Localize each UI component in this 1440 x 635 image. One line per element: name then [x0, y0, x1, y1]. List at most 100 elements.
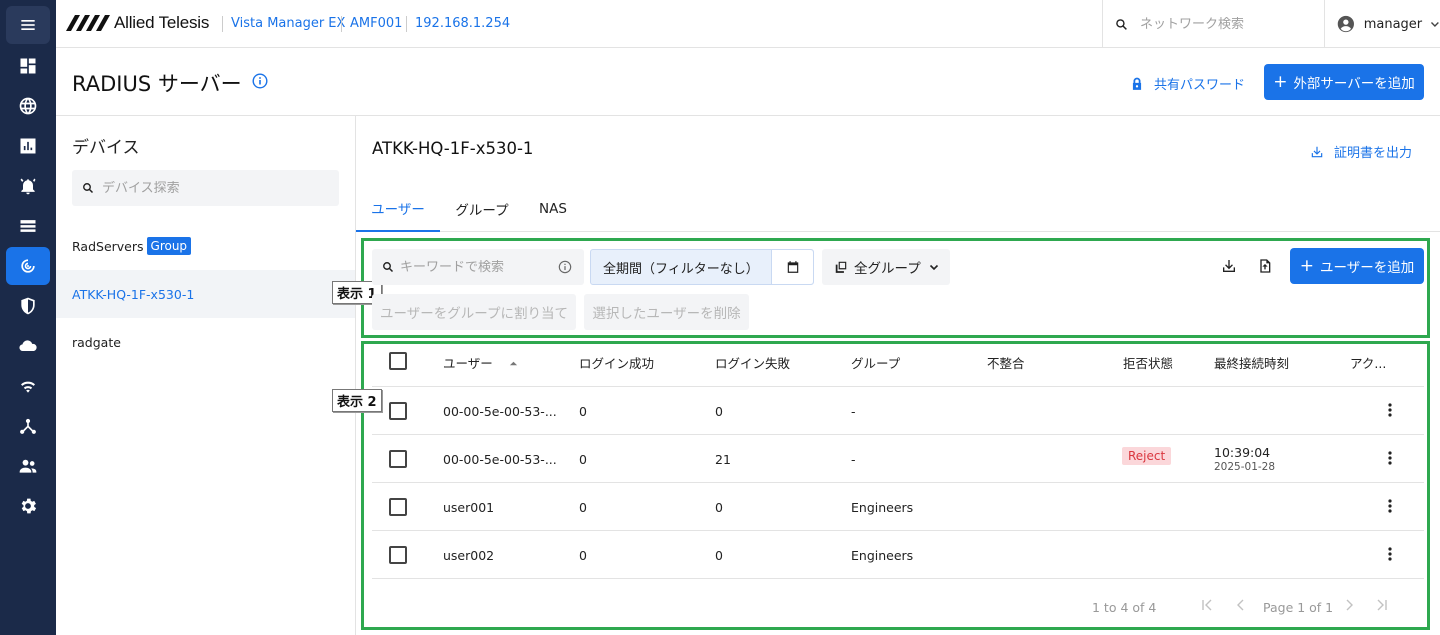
- pagination-range: 1 to 4 of 4: [1092, 600, 1157, 615]
- brand-name: Allied Telesis: [114, 13, 210, 32]
- group-filter-dropdown[interactable]: 全グループ: [822, 249, 950, 285]
- bar-chart-icon[interactable]: [6, 127, 50, 165]
- cell-user[interactable]: 00-00-5e-00-53-...: [443, 404, 557, 419]
- network-search[interactable]: [1102, 0, 1324, 48]
- column-header-actions: アク...: [1350, 356, 1387, 371]
- add-external-server-label: 外部サーバーを追加: [1293, 76, 1415, 92]
- group-badge: Group: [146, 237, 192, 255]
- plus-icon: +: [1273, 71, 1288, 92]
- globe-icon[interactable]: [6, 87, 50, 125]
- device-item-radgate[interactable]: radgate: [56, 318, 355, 366]
- list-icon[interactable]: [6, 207, 50, 245]
- select-all-checkbox[interactable]: [389, 352, 407, 370]
- group-filter-label: 全グループ: [854, 261, 921, 277]
- column-header-group[interactable]: グループ: [851, 353, 900, 372]
- info-icon[interactable]: [558, 260, 572, 274]
- cloud-icon[interactable]: [6, 327, 50, 365]
- period-filter[interactable]: 全期間（フィルターなし）: [590, 249, 814, 285]
- column-header-login-success[interactable]: ログイン成功: [579, 353, 654, 372]
- device-search[interactable]: [72, 170, 339, 206]
- cell-group: Engineers: [851, 548, 914, 563]
- row-divider: [372, 434, 1424, 435]
- delete-selected-button[interactable]: 選択したユーザーを削除: [584, 294, 749, 330]
- column-header-user[interactable]: ユーザー: [443, 353, 518, 372]
- row-checkbox[interactable]: [389, 402, 407, 420]
- network-search-input[interactable]: [1140, 16, 1310, 32]
- device-item-atkk-hq-1f-x530-1[interactable]: ATKK-HQ-1F-x530-1: [56, 270, 355, 318]
- shield-icon[interactable]: [6, 287, 50, 325]
- page-indicator: Page 1 of 1: [1263, 600, 1334, 615]
- device-item-radservers[interactable]: RadServers Group: [56, 222, 355, 270]
- menu-icon[interactable]: [6, 6, 50, 44]
- wifi-icon[interactable]: [6, 367, 50, 405]
- add-user-button[interactable]: + ユーザーを追加: [1290, 248, 1424, 284]
- column-header-reject-status[interactable]: 拒否状態: [1123, 353, 1173, 372]
- row-checkbox[interactable]: [389, 498, 407, 516]
- allied-telesis-logo[interactable]: Allied Telesis: [66, 13, 209, 33]
- calendar-button[interactable]: [771, 250, 813, 284]
- highlight-box-2: [361, 341, 1430, 630]
- users-icon[interactable]: [6, 447, 50, 485]
- page-header: RADIUS サーバー 共有パスワード + 外部サーバーを追加: [56, 48, 1440, 116]
- previous-page-icon[interactable]: [1234, 598, 1248, 612]
- chevron-down-icon: [1431, 22, 1440, 27]
- more-vert-icon[interactable]: [1386, 546, 1394, 562]
- top-bar: Allied Telesis Vista Manager EX AMF001 1…: [56, 0, 1440, 48]
- device-search-input[interactable]: [102, 180, 322, 196]
- lock-icon: [1132, 77, 1142, 90]
- last-page-icon[interactable]: [1375, 598, 1389, 612]
- page-title: RADIUS サーバー: [72, 72, 242, 96]
- cell-last-time: 10:39:04: [1214, 445, 1271, 460]
- more-vert-icon[interactable]: [1386, 402, 1394, 418]
- ip-link[interactable]: 192.168.1.254: [406, 16, 510, 32]
- row-divider: [372, 482, 1424, 483]
- account-icon: [1337, 15, 1354, 33]
- first-page-icon[interactable]: [1200, 598, 1214, 612]
- row-divider: [372, 386, 1424, 387]
- device-name: RadServers: [72, 238, 144, 254]
- device-name: radgate: [72, 334, 121, 350]
- user-menu[interactable]: manager: [1324, 0, 1440, 48]
- tab-nas[interactable]: NAS: [528, 186, 578, 232]
- more-vert-icon[interactable]: [1386, 498, 1394, 514]
- app-name-link[interactable]: Vista Manager EX: [222, 16, 345, 32]
- alarm-icon[interactable]: [6, 167, 50, 205]
- row-checkbox[interactable]: [389, 546, 407, 564]
- plus-icon: +: [1299, 255, 1314, 276]
- download-icon[interactable]: [1221, 258, 1237, 274]
- upload-file-icon[interactable]: [1257, 258, 1273, 274]
- more-vert-icon[interactable]: [1386, 450, 1394, 466]
- column-header-last-connection[interactable]: 最終接続時刻: [1214, 353, 1289, 372]
- cell-login-fail: 21: [715, 452, 731, 467]
- add-external-server-button[interactable]: + 外部サーバーを追加: [1264, 64, 1424, 100]
- cell-group: -: [851, 404, 856, 419]
- tab-groups[interactable]: グループ: [444, 186, 520, 232]
- shared-password-button[interactable]: 共有パスワード: [1130, 74, 1245, 93]
- keyword-search[interactable]: [372, 249, 584, 285]
- search-icon: [83, 183, 94, 194]
- export-certificate-button[interactable]: 証明書を出力: [1310, 142, 1412, 161]
- cell-last-date: 2025-01-28: [1214, 461, 1276, 473]
- cell-user[interactable]: user001: [443, 500, 494, 515]
- topology-icon[interactable]: [6, 407, 50, 445]
- settings-icon[interactable]: [6, 487, 50, 525]
- tab-users[interactable]: ユーザー: [356, 186, 440, 232]
- row-checkbox[interactable]: [389, 450, 407, 468]
- area-link[interactable]: AMF001: [341, 16, 402, 32]
- export-certificate-label: 証明書を出力: [1334, 146, 1413, 161]
- cell-login-success: 0: [579, 452, 587, 467]
- column-header-login-fail[interactable]: ログイン失敗: [715, 353, 790, 372]
- keyword-search-input[interactable]: [400, 259, 560, 275]
- next-page-icon[interactable]: [1342, 598, 1356, 612]
- cell-login-success: 0: [579, 548, 587, 563]
- cell-user[interactable]: 00-00-5e-00-53-...: [443, 452, 557, 467]
- info-icon[interactable]: [252, 73, 268, 89]
- radius-icon[interactable]: [6, 247, 50, 285]
- assign-group-button[interactable]: ユーザーをグループに割り当て: [372, 294, 576, 330]
- download-icon: [1311, 146, 1323, 157]
- column-header-mismatch[interactable]: 不整合: [987, 353, 1025, 372]
- cell-user[interactable]: user002: [443, 548, 494, 563]
- dashboard-icon[interactable]: [6, 47, 50, 85]
- search-icon: [1116, 18, 1127, 30]
- device-name: ATKK-HQ-1F-x530-1: [72, 286, 195, 302]
